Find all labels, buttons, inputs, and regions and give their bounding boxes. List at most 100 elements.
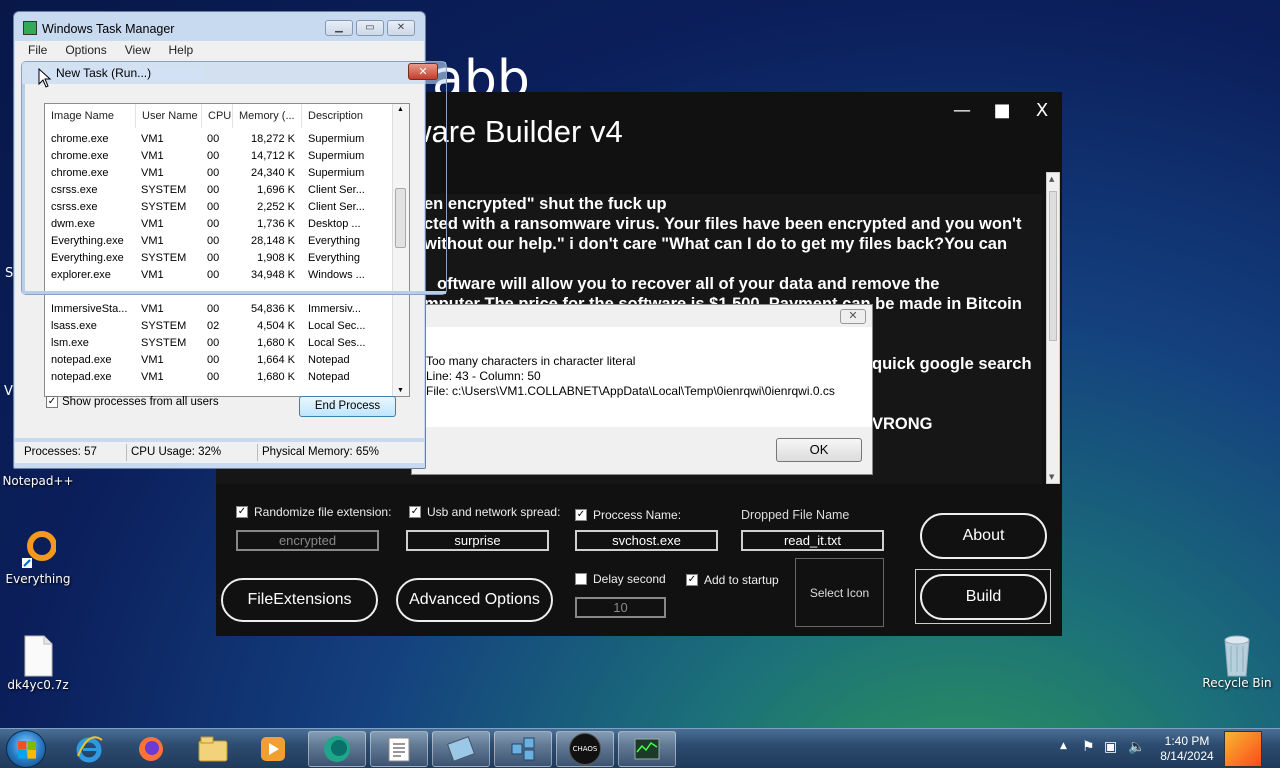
close-icon[interactable]: ✕ bbox=[840, 309, 866, 324]
menu-bar: File Options View Help bbox=[15, 41, 424, 60]
network-status-icon[interactable]: ▣ bbox=[1104, 739, 1117, 755]
menu-options[interactable]: Options bbox=[65, 41, 106, 60]
table-row[interactable]: notepad.exe VM1 00 1,680 K Notepad bbox=[45, 369, 393, 386]
cell-memory: 1,680 K bbox=[257, 337, 295, 349]
end-process-button[interactable]: End Process bbox=[299, 396, 396, 417]
taskbar-media[interactable] bbox=[244, 731, 302, 767]
message-line: oftware will allow you to recover all of… bbox=[437, 275, 940, 293]
taskbar-network[interactable] bbox=[494, 731, 552, 767]
status-bar: Processes: 57 CPU Usage: 32% Physical Me… bbox=[15, 442, 424, 463]
randomize-extension-input[interactable]: encrypted bbox=[236, 530, 379, 551]
taskbar-tool[interactable] bbox=[432, 731, 490, 767]
startup-checkbox[interactable]: ✓ Add to startup bbox=[686, 573, 779, 587]
randomize-extension-checkbox[interactable]: ✓ Randomize file extension: bbox=[236, 505, 391, 519]
file-extensions-button[interactable]: FileExtensions bbox=[221, 578, 378, 622]
table-row[interactable]: lsass.exe SYSTEM 02 4,504 K Local Sec... bbox=[45, 318, 393, 335]
table-row[interactable]: lsm.exe SYSTEM 00 1,680 K Local Ses... bbox=[45, 335, 393, 352]
menu-file[interactable]: File bbox=[28, 41, 47, 60]
taskbar-firefox[interactable] bbox=[122, 731, 180, 767]
message-line: quick google search bbox=[872, 355, 1032, 373]
flag-icon[interactable]: ⚑ bbox=[1082, 739, 1095, 755]
clock-time: 1:40 PM bbox=[1164, 734, 1210, 748]
tool-icon bbox=[446, 736, 476, 762]
taskbar-explorer[interactable] bbox=[184, 731, 242, 767]
status-separator bbox=[126, 444, 127, 461]
minimize-button[interactable]: — bbox=[952, 100, 972, 121]
message-line: cted with a ransomware virus. Your files… bbox=[424, 215, 1022, 233]
table-row[interactable]: notepad.exe VM1 00 1,664 K Notepad bbox=[45, 352, 393, 369]
menu-help[interactable]: Help bbox=[169, 41, 194, 60]
process-label: Proccess Name: bbox=[593, 508, 682, 522]
message-line: VRONG bbox=[872, 415, 933, 433]
cell-image-name: ImmersiveSta... bbox=[51, 303, 128, 315]
taskbar-ie[interactable] bbox=[60, 731, 118, 767]
cell-image-name: lsm.exe bbox=[51, 337, 89, 349]
run-dialog: New Task (Run...) ✕ bbox=[21, 61, 447, 295]
check-icon: ✓ bbox=[686, 574, 698, 586]
file-icon bbox=[20, 634, 56, 677]
internet-explorer-icon bbox=[76, 736, 103, 763]
firefox-icon bbox=[139, 737, 163, 761]
run-dialog-title: New Task (Run...) bbox=[56, 66, 152, 80]
table-row[interactable]: ImmersiveSta... VM1 00 54,836 K Immersiv... bbox=[45, 301, 393, 318]
desktop-icon-everything[interactable]: Everything bbox=[0, 528, 76, 586]
maximize-button[interactable]: ▭ bbox=[356, 20, 384, 36]
scroll-down-icon[interactable]: ▼ bbox=[397, 387, 404, 394]
cell-user-name: VM1 bbox=[141, 371, 164, 383]
error-file-path: File: c:\Users\VM1.COLLABNET\AppData\Loc… bbox=[426, 384, 835, 398]
scrollbar-thumb[interactable] bbox=[1049, 191, 1057, 341]
build-button[interactable]: Build bbox=[920, 574, 1047, 620]
desktop-icon-notepadpp[interactable]: Notepad++ bbox=[0, 474, 76, 488]
message-scrollbar[interactable]: ▲ ▼ bbox=[1046, 172, 1060, 484]
window-title: Windows Task Manager bbox=[42, 22, 175, 36]
taskbar-task-manager[interactable] bbox=[618, 731, 676, 767]
select-icon-button[interactable]: Select Icon bbox=[795, 558, 884, 627]
advanced-options-button[interactable]: Advanced Options bbox=[396, 578, 553, 622]
process-name-input[interactable]: svchost.exe bbox=[575, 530, 718, 551]
delay-checkbox[interactable]: Delay second bbox=[575, 572, 666, 586]
explorer-icon bbox=[198, 736, 228, 762]
close-button[interactable]: X bbox=[1032, 100, 1052, 121]
run-dialog-border bbox=[22, 291, 446, 294]
about-button[interactable]: About bbox=[920, 513, 1047, 559]
dropped-file-input[interactable]: read_it.txt bbox=[741, 530, 884, 551]
cpu-usage: CPU Usage: 32% bbox=[131, 446, 222, 458]
show-desktop-button[interactable] bbox=[1224, 731, 1262, 767]
close-button[interactable]: ✕ bbox=[408, 63, 438, 80]
app-icon bbox=[324, 736, 350, 762]
scroll-up-icon[interactable]: ▲ bbox=[1049, 175, 1054, 183]
taskbar-chaos[interactable]: CHAOS bbox=[556, 731, 614, 767]
clock-date: 8/14/2024 bbox=[1160, 749, 1214, 763]
scroll-down-icon[interactable]: ▼ bbox=[1049, 473, 1054, 481]
taskbar-app[interactable] bbox=[308, 731, 366, 767]
show-all-processes-checkbox[interactable]: ✓ Show processes from all users bbox=[46, 396, 219, 408]
minimize-button[interactable]: ▁ bbox=[325, 20, 353, 36]
process-name-checkbox[interactable]: ✓ Proccess Name: bbox=[575, 508, 681, 522]
usb-spread-input[interactable]: surprise bbox=[406, 530, 549, 551]
task-manager-icon bbox=[634, 738, 660, 760]
clock[interactable]: 1:40 PM 8/14/2024 bbox=[1158, 734, 1216, 764]
desktop-icon-recycle-bin[interactable]: Recycle Bin bbox=[1199, 632, 1275, 690]
taskbar-notepad[interactable] bbox=[370, 731, 428, 767]
start-button[interactable] bbox=[6, 730, 46, 768]
delay-input[interactable]: 10 bbox=[575, 597, 666, 618]
builder-window-controls: — ■ X bbox=[952, 100, 1052, 121]
usb-spread-checkbox[interactable]: ✓ Usb and network spread: bbox=[409, 505, 560, 519]
show-hidden-icons-icon[interactable]: ▲ bbox=[1060, 741, 1067, 751]
volume-muted-icon[interactable]: 🔈 bbox=[1128, 739, 1145, 755]
cell-description: Immersiv... bbox=[308, 303, 361, 315]
status-separator bbox=[257, 444, 258, 461]
windows-logo-icon bbox=[18, 741, 36, 759]
network-icon bbox=[511, 737, 535, 761]
cell-memory: 4,504 K bbox=[257, 320, 295, 332]
maximize-button[interactable]: ■ bbox=[992, 100, 1012, 121]
cell-cpu: 00 bbox=[207, 371, 220, 383]
ok-button[interactable]: OK bbox=[776, 438, 862, 462]
error-dialog-body: Too many characters in character literal… bbox=[412, 327, 872, 427]
menu-view[interactable]: View bbox=[125, 41, 151, 60]
task-manager-icon bbox=[23, 21, 37, 35]
cell-memory: 1,680 K bbox=[257, 371, 295, 383]
close-button[interactable]: ✕ bbox=[387, 20, 415, 36]
cell-image-name: notepad.exe bbox=[51, 354, 112, 366]
desktop-icon-archive[interactable]: dk4yc0.7z bbox=[0, 634, 76, 692]
